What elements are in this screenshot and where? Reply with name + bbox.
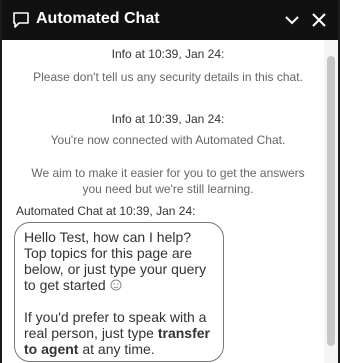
message-meta: Info at 10:39, Jan 24: xyxy=(111,47,225,61)
scrollbar-thumb[interactable] xyxy=(327,56,335,346)
bot-message-paragraph: If you'd prefer to speak with a real per… xyxy=(24,309,210,357)
message-text: Please don't tell us any security detail… xyxy=(33,70,303,84)
system-message: Info at 10:39, Jan 24: Please don't tell… xyxy=(22,46,314,85)
chevron-down-icon[interactable] xyxy=(284,12,300,28)
close-icon[interactable] xyxy=(310,11,328,29)
message-text: We aim to make it easier for you to get … xyxy=(31,166,305,196)
bot-message-bubble: Hello Test, how can I help? Top topics f… xyxy=(14,222,224,362)
chat-title: Automated Chat xyxy=(36,10,160,27)
bot-sender-meta: Automated Chat at 10:39, Jan 24: xyxy=(16,204,196,218)
message-meta: Info at 10:39, Jan 24: xyxy=(111,112,225,126)
message-text: You're now connected with Automated Chat… xyxy=(50,133,286,147)
scrollbar[interactable] xyxy=(324,40,338,363)
thinking-face-icon xyxy=(110,279,122,291)
chat-header: Automated Chat xyxy=(2,0,338,40)
message-list[interactable]: Info at 10:39, Jan 24: Please don't tell… xyxy=(2,40,326,363)
chat-bubble-icon xyxy=(13,12,29,28)
system-message: Info at 10:39, Jan 24: You're now connec… xyxy=(22,111,314,197)
chat-window: Automated Chat Info at 10:39, Jan 24: Pl… xyxy=(0,0,340,363)
bot-message-paragraph: Hello Test, how can I help? Top topics f… xyxy=(24,229,207,293)
